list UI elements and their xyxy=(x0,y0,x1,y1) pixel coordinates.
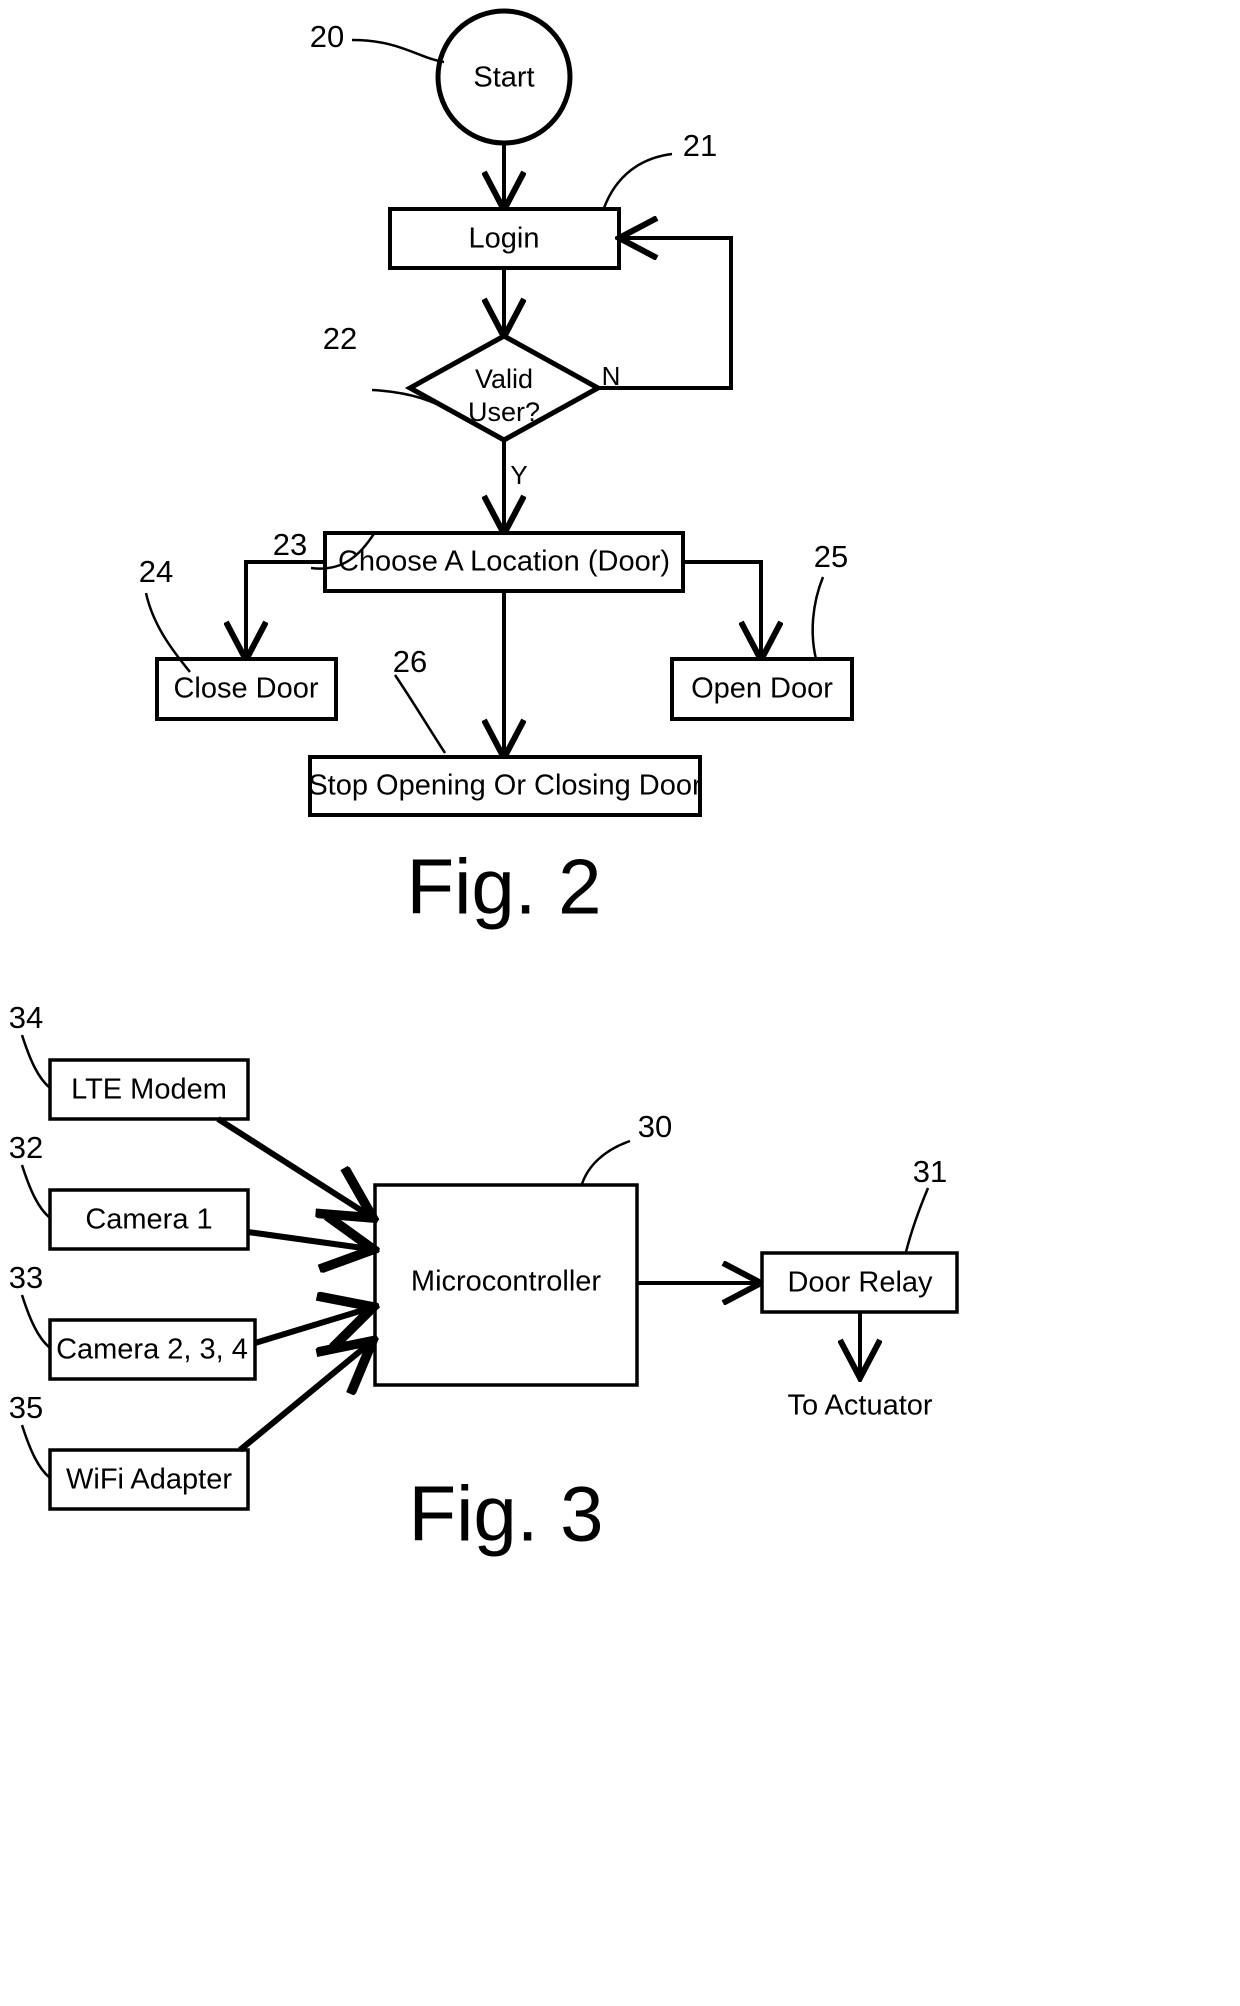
lead-line-21 xyxy=(602,152,673,209)
node-lte-modem-label: LTE Modem xyxy=(71,1074,227,1106)
node-valid-user-label-line1: Valid xyxy=(475,364,533,394)
figure-2-caption: Fig. 2 xyxy=(406,843,601,931)
ref-number-24: 24 xyxy=(139,554,173,589)
edge-camera1-to-microcontroller xyxy=(247,1232,370,1249)
patent-drawing-sheet: Start 20 Login 21 Valid User? 22 N Y Cho… xyxy=(0,0,1240,2006)
ref-number-32: 32 xyxy=(9,1130,43,1165)
lead-line-20 xyxy=(351,38,445,64)
figure-2: Start 20 Login 21 Valid User? 22 N Y Cho… xyxy=(139,8,854,931)
lead-line-26 xyxy=(393,674,447,754)
ref-number-34: 34 xyxy=(9,1000,43,1035)
node-wifi-adapter-label: WiFi Adapter xyxy=(66,1464,232,1496)
node-camera234-label: Camera 2, 3, 4 xyxy=(56,1334,248,1366)
lead-line-31 xyxy=(904,1187,930,1253)
node-open-door-label: Open Door xyxy=(691,673,833,705)
edge-choose-to-close-door xyxy=(246,560,325,656)
ref-number-30: 30 xyxy=(638,1109,672,1144)
edge-camera234-to-microcontroller xyxy=(254,1308,370,1343)
lead-line-33 xyxy=(20,1294,51,1349)
lead-line-25 xyxy=(811,576,825,660)
node-close-door-label: Close Door xyxy=(173,673,318,705)
edge-wifi-to-microcontroller xyxy=(238,1343,370,1453)
node-start-label: Start xyxy=(473,62,534,94)
branch-label-no: N xyxy=(602,361,621,391)
ref-number-33: 33 xyxy=(9,1260,43,1295)
node-choose-location-label: Choose A Location (Door) xyxy=(338,546,670,578)
node-camera1-label: Camera 1 xyxy=(85,1204,212,1236)
node-login-label: Login xyxy=(469,223,540,255)
node-stop-door-label: Stop Opening Or Closing Door xyxy=(308,770,702,802)
figures-canvas: Start 20 Login 21 Valid User? 22 N Y Cho… xyxy=(9,8,959,1558)
lead-line-32 xyxy=(20,1164,51,1219)
lead-line-30 xyxy=(580,1139,631,1185)
ref-number-20: 20 xyxy=(310,19,344,54)
ref-number-23: 23 xyxy=(273,527,307,562)
node-door-relay-label: Door Relay xyxy=(787,1267,933,1299)
ref-number-26: 26 xyxy=(393,644,427,679)
edge-choose-to-open-door xyxy=(683,560,761,656)
ref-number-31: 31 xyxy=(913,1154,947,1189)
ref-number-22: 22 xyxy=(323,321,357,356)
lead-line-35 xyxy=(20,1424,51,1479)
lead-line-34 xyxy=(20,1034,51,1089)
figure-3: LTE Modem 34 Camera 1 32 Camera 2, 3, 4 … xyxy=(9,1000,959,1558)
ref-number-21: 21 xyxy=(683,128,717,163)
figure-3-caption: Fig. 3 xyxy=(408,1470,603,1558)
node-microcontroller-label: Microcontroller xyxy=(411,1266,601,1298)
ref-number-25: 25 xyxy=(814,539,848,574)
node-to-actuator-label: To Actuator xyxy=(787,1390,932,1422)
branch-label-yes: Y xyxy=(510,460,527,490)
node-valid-user-label-line2: User? xyxy=(468,397,540,427)
ref-number-35: 35 xyxy=(9,1390,43,1425)
